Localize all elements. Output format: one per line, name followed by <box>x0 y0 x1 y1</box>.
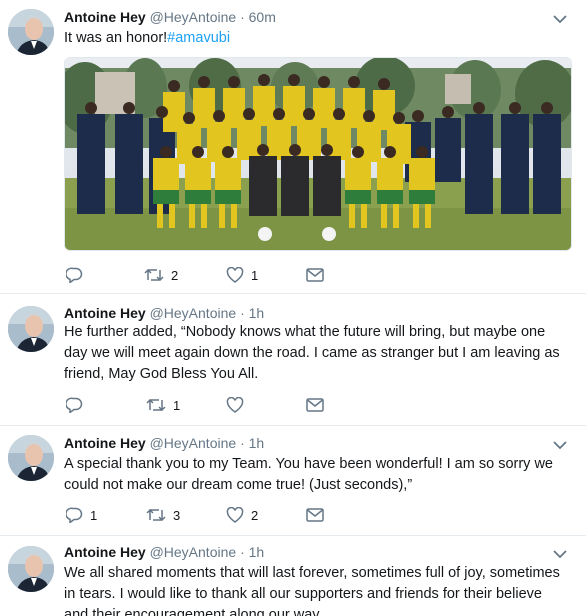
tweet-actions: 1 <box>64 395 344 415</box>
tweet-actions: 2 1 <box>64 265 344 285</box>
like-button[interactable]: 2 <box>226 505 258 525</box>
reply-count: 1 <box>90 507 98 523</box>
tweet-header: Antoine Hey @HeyAntoine · 1h <box>64 543 264 561</box>
chevron-down-icon[interactable] <box>552 439 568 451</box>
reply-button[interactable]: 1 <box>66 505 97 525</box>
tweet[interactable]: Antoine Hey @HeyAntoine · 1h We all shar… <box>0 536 586 616</box>
author-name[interactable]: Antoine Hey <box>64 9 146 25</box>
avatar[interactable] <box>8 9 54 55</box>
direct-message-button[interactable] <box>306 395 324 415</box>
timestamp[interactable]: 1h <box>249 305 265 321</box>
author-name[interactable]: Antoine Hey <box>64 544 146 560</box>
author-handle[interactable]: @HeyAntoine <box>150 544 237 560</box>
heart-icon <box>226 397 244 413</box>
envelope-icon <box>306 508 324 522</box>
tweet-text-body: It was an honor! <box>64 30 168 46</box>
tweet-text: He further added, “Nobody knows what the… <box>64 324 560 382</box>
author-name[interactable]: Antoine Hey <box>64 305 146 321</box>
retweet-count: 3 <box>173 507 181 523</box>
tweet-actions: 1 3 2 <box>64 505 344 525</box>
retweet-button[interactable]: 1 <box>146 395 180 415</box>
team-photo <box>65 58 571 250</box>
reply-icon <box>66 267 83 283</box>
heart-icon <box>226 267 244 283</box>
retweet-icon <box>144 268 164 282</box>
tweet-photo[interactable] <box>64 57 572 251</box>
retweet-icon <box>146 398 166 412</box>
avatar[interactable] <box>8 306 54 352</box>
envelope-icon <box>306 398 324 412</box>
separator-dot: · <box>240 544 245 560</box>
separator-dot: · <box>240 435 245 451</box>
tweet-header: Antoine Hey @HeyAntoine · 1h <box>64 434 264 452</box>
direct-message-button[interactable] <box>306 505 324 525</box>
tweet-text: We all shared moments that will last for… <box>64 565 560 616</box>
reply-button[interactable] <box>66 265 90 285</box>
author-handle[interactable]: @HeyAntoine <box>150 305 237 321</box>
tweet-header: Antoine Hey @HeyAntoine · 1h <box>64 304 264 322</box>
like-button[interactable]: 1 <box>226 265 258 285</box>
separator-dot: · <box>240 305 245 321</box>
timestamp[interactable]: 60m <box>249 9 276 25</box>
author-handle[interactable]: @HeyAntoine <box>150 435 237 451</box>
retweet-icon <box>146 508 166 522</box>
author-name[interactable]: Antoine Hey <box>64 435 146 451</box>
chevron-down-icon[interactable] <box>552 13 568 25</box>
timestamp[interactable]: 1h <box>249 544 265 560</box>
chevron-down-icon[interactable] <box>552 548 568 560</box>
tweet[interactable]: Antoine Hey @HeyAntoine · 1h He further … <box>0 294 586 426</box>
retweet-button[interactable]: 2 <box>144 265 178 285</box>
like-count: 1 <box>251 267 259 283</box>
avatar[interactable] <box>8 435 54 481</box>
tweet[interactable]: Antoine Hey @HeyAntoine · 60m It was an … <box>0 0 586 294</box>
retweet-count: 1 <box>173 397 181 413</box>
retweet-count: 2 <box>171 267 179 283</box>
tweet-header: Antoine Hey @HeyAntoine · 60m <box>64 8 276 26</box>
avatar[interactable] <box>8 546 54 592</box>
timestamp[interactable]: 1h <box>249 435 265 451</box>
direct-message-button[interactable] <box>306 265 324 285</box>
reply-icon <box>66 397 83 413</box>
reply-icon <box>66 507 83 523</box>
separator-dot: · <box>240 9 245 25</box>
hashtag-link[interactable]: #amavubi <box>167 30 230 46</box>
reply-button[interactable] <box>66 395 90 415</box>
like-button[interactable] <box>226 395 251 415</box>
heart-icon <box>226 507 244 523</box>
tweet-text: It was an honor!#amavubi <box>64 28 570 49</box>
tweet[interactable]: Antoine Hey @HeyAntoine · 1h A special t… <box>0 426 586 536</box>
envelope-icon <box>306 268 324 282</box>
tweet-text: A special thank you to my Team. You have… <box>64 456 553 493</box>
author-handle[interactable]: @HeyAntoine <box>150 9 237 25</box>
like-count: 2 <box>251 507 259 523</box>
retweet-button[interactable]: 3 <box>146 505 180 525</box>
